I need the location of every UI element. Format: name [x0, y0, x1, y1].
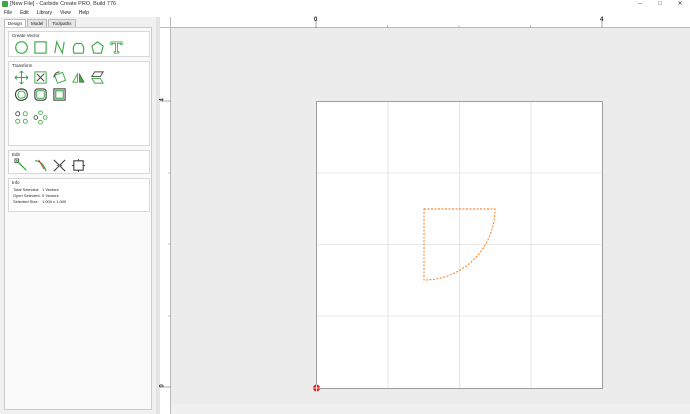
boolean-icon[interactable]: [52, 87, 67, 102]
maximize-button[interactable]: □: [650, 0, 670, 9]
design-tab-body: Create Vector Transform Edit Info Total …: [4, 27, 152, 410]
window-title: [New File] - Carbide Create PRO, Build 7…: [10, 1, 117, 7]
info-label: Info: [12, 180, 20, 185]
move-icon[interactable]: [14, 70, 29, 85]
mirror-icon[interactable]: [71, 70, 86, 85]
rectangle-icon[interactable]: [33, 40, 48, 55]
window-controls: – □ ✕: [630, 0, 690, 9]
ruler-left-label-0: 0: [159, 384, 166, 388]
cut-icon[interactable]: [52, 158, 67, 173]
text-icon[interactable]: [109, 40, 124, 55]
polygon-icon[interactable]: [90, 40, 105, 55]
ruler-left-label-4: 4: [159, 98, 166, 102]
create-vector-label: Create Vector: [12, 33, 40, 38]
total-selected-label: Total Selected:: [13, 187, 40, 192]
polyline-icon[interactable]: [52, 40, 67, 55]
horizontal-ruler: 0 4: [160, 17, 690, 28]
vertical-ruler-ticks: [163, 100, 171, 388]
curve-icon[interactable]: [71, 40, 86, 55]
menu-help[interactable]: Help: [75, 9, 93, 17]
ruler-top-label-4: 4: [600, 17, 604, 23]
canvas-svg: [313, 101, 603, 392]
transform-group: Transform: [8, 61, 150, 146]
tab-model[interactable]: Model: [27, 19, 48, 27]
menu-file[interactable]: File: [0, 9, 16, 17]
tab-design[interactable]: Design: [4, 19, 27, 27]
minimize-button[interactable]: –: [630, 0, 650, 9]
circle-icon[interactable]: [14, 40, 29, 55]
menu-view[interactable]: View: [56, 9, 75, 17]
design-panel: Design Model Toolpaths Create Vector Tra…: [0, 17, 156, 414]
title-bar: [New File] - Carbide Create PRO, Build 7…: [0, 0, 690, 9]
boundary-icon[interactable]: [71, 158, 86, 173]
join-icon[interactable]: [33, 87, 48, 102]
menu-bar: File Edit Library View Help: [0, 9, 690, 17]
menu-library[interactable]: Library: [33, 9, 56, 17]
vertical-ruler: 4 0: [160, 28, 171, 414]
node-edit-icon[interactable]: [14, 158, 29, 173]
edit-group: Edit: [8, 150, 150, 174]
menu-edit[interactable]: Edit: [16, 9, 33, 17]
open-selected-label: Open Selected:: [13, 193, 41, 198]
trim-icon[interactable]: [33, 158, 48, 173]
circular-array-icon[interactable]: [33, 110, 48, 125]
status-strip: [171, 404, 690, 414]
origin-icon: [313, 384, 320, 392]
selected-size-value: 1.000 x 1.000: [42, 199, 67, 204]
create-vector-group: Create Vector: [8, 31, 150, 57]
design-canvas[interactable]: [171, 28, 690, 404]
close-button[interactable]: ✕: [670, 0, 690, 9]
selected-size-row: Selected Size: 1.000 x 1.000: [13, 199, 66, 205]
horizontal-ruler-ticks: [315, 20, 603, 28]
transform-label: Transform: [12, 63, 33, 68]
app-icon: [2, 1, 8, 7]
array-icon[interactable]: [14, 110, 29, 125]
tab-toolpaths[interactable]: Toolpaths: [48, 19, 76, 27]
skew-icon[interactable]: [90, 70, 105, 85]
info-group: Info Total Selected: 1 Vectors Open Sele…: [8, 178, 150, 212]
panel-tabs: Design Model Toolpaths: [4, 19, 77, 27]
selected-size-label: Selected Size:: [13, 199, 39, 204]
offset-icon[interactable]: [14, 87, 29, 102]
ruler-top-label-0: 0: [314, 17, 318, 23]
scale-icon[interactable]: [33, 70, 48, 85]
ruler-corner: [160, 17, 171, 28]
rotate-icon[interactable]: [52, 70, 67, 85]
